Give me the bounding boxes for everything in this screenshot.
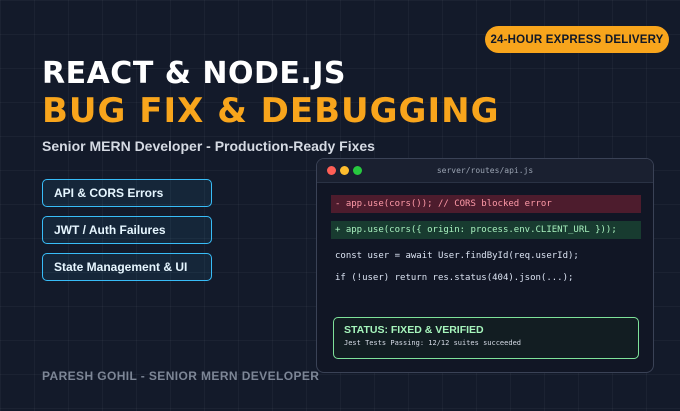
skill-item-jwt-auth: JWT / Auth Failures <box>42 216 212 244</box>
author-credit: PARESH GOHIL - SENIOR MERN DEVELOPER <box>42 369 320 383</box>
subtitle: Senior MERN Developer - Production-Ready… <box>42 138 375 154</box>
title-line-1: REACT & NODE.JS <box>42 56 347 91</box>
code-line-find-user: const user = await User.findById(req.use… <box>335 251 579 261</box>
code-removed-line: - app.use(cors()); // CORS blocked error <box>331 195 641 213</box>
title-line-2: BUG FIX & DEBUGGING <box>42 91 500 131</box>
status-detail: Jest Tests Passing: 12/12 suites succeed… <box>344 339 522 347</box>
skills-list: API & CORS Errors JWT / Auth Failures St… <box>42 179 212 290</box>
skill-item-api-cors: API & CORS Errors <box>42 179 212 207</box>
skill-item-state-management: State Management & UI <box>42 253 212 281</box>
editor-filename: server/routes/api.js <box>436 166 534 175</box>
code-editor-window: server/routes/api.js - app.use(cors()); … <box>316 158 654 373</box>
delivery-badge: 24-HOUR EXPRESS DELIVERY <box>485 26 669 53</box>
status-panel: STATUS: FIXED & VERIFIED Jest Tests Pass… <box>333 317 639 359</box>
status-title: STATUS: FIXED & VERIFIED <box>344 324 484 336</box>
code-added-line: + app.use(cors({ origin: process.env.CLI… <box>331 221 641 239</box>
code-line-not-found: if (!user) return res.status(404).json(.… <box>335 273 574 283</box>
editor-title-bar: server/routes/api.js <box>317 159 653 183</box>
